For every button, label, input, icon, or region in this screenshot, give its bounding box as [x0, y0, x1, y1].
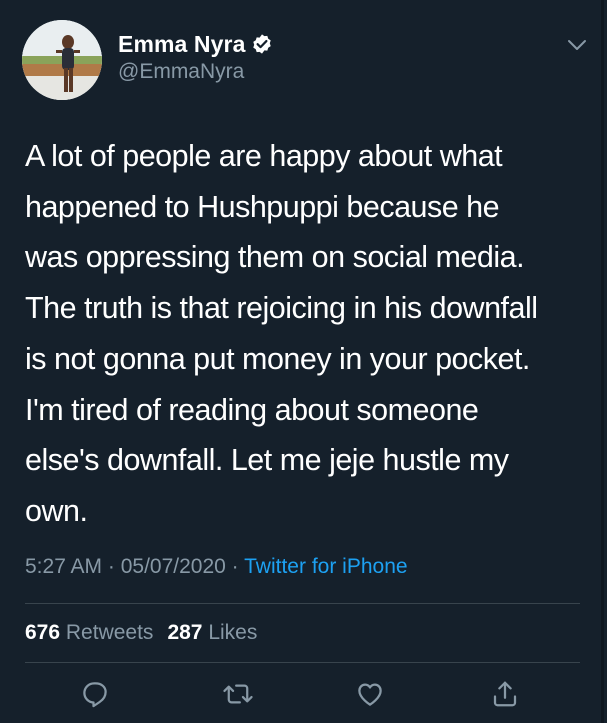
- avatar[interactable]: [22, 20, 102, 100]
- tweet-line: The truth is that rejoicing in his downf…: [25, 291, 538, 326]
- tweet-time: 5:27 AM: [25, 555, 103, 578]
- tweet-text: A lot of people are happy about what hap…: [25, 131, 585, 537]
- tweet-line: A lot of people are happy about what: [25, 139, 503, 173]
- chevron-down-icon[interactable]: [567, 38, 587, 52]
- tweet-stats: 676 Retweets 287 Likes: [25, 621, 257, 645]
- verified-badge-icon: [251, 33, 273, 55]
- likes-label: Likes: [208, 621, 258, 644]
- tweet-line: own.: [25, 493, 88, 528]
- user-handle[interactable]: @EmmaNyra: [118, 60, 273, 84]
- heart-icon: [355, 679, 385, 714]
- like-button[interactable]: [350, 676, 390, 716]
- share-button[interactable]: [485, 676, 525, 716]
- tweet-source-link[interactable]: Twitter for iPhone: [244, 555, 407, 578]
- tweet-line: else's downfall. Let me jeje hustle my: [25, 443, 509, 478]
- tweet-line: I'm tired of reading about someone: [25, 392, 479, 427]
- likes-stat[interactable]: 287 Likes: [167, 621, 257, 644]
- tweet-meta: 5:27 AM · 05/07/2020 · Twitter for iPhon…: [25, 555, 408, 579]
- tweet-line: was oppressing them on social media.: [25, 240, 525, 275]
- tweet-line: is not gonna put money in your pocket.: [25, 341, 530, 376]
- likes-count: 287: [167, 621, 203, 644]
- tweet-line: happened to Hushpuppi because he: [25, 189, 500, 224]
- share-icon: [490, 679, 520, 714]
- retweets-count: 676: [25, 621, 61, 644]
- author-block[interactable]: Emma Nyra @EmmaNyra: [118, 28, 273, 84]
- tweet-date: 05/07/2020: [120, 555, 226, 578]
- scrollbar[interactable]: [601, 0, 604, 723]
- reply-button[interactable]: [75, 676, 115, 716]
- meta-separator: ·: [225, 555, 245, 578]
- avatar-image: [22, 20, 102, 100]
- meta-separator: ·: [102, 555, 121, 578]
- retweets-stat[interactable]: 676 Retweets: [25, 621, 153, 644]
- retweet-button[interactable]: [218, 676, 258, 716]
- retweet-icon: [222, 679, 254, 714]
- divider: [25, 603, 580, 604]
- retweets-label: Retweets: [65, 621, 154, 644]
- tweet-actions: [0, 676, 607, 716]
- tweet-detail-view: Emma Nyra @EmmaNyra A lot of people are …: [0, 0, 607, 723]
- tweet-header: Emma Nyra @EmmaNyra: [22, 20, 587, 100]
- divider: [25, 662, 580, 663]
- display-name-row: Emma Nyra: [118, 28, 273, 60]
- display-name[interactable]: Emma Nyra: [118, 31, 245, 58]
- reply-icon: [80, 679, 110, 714]
